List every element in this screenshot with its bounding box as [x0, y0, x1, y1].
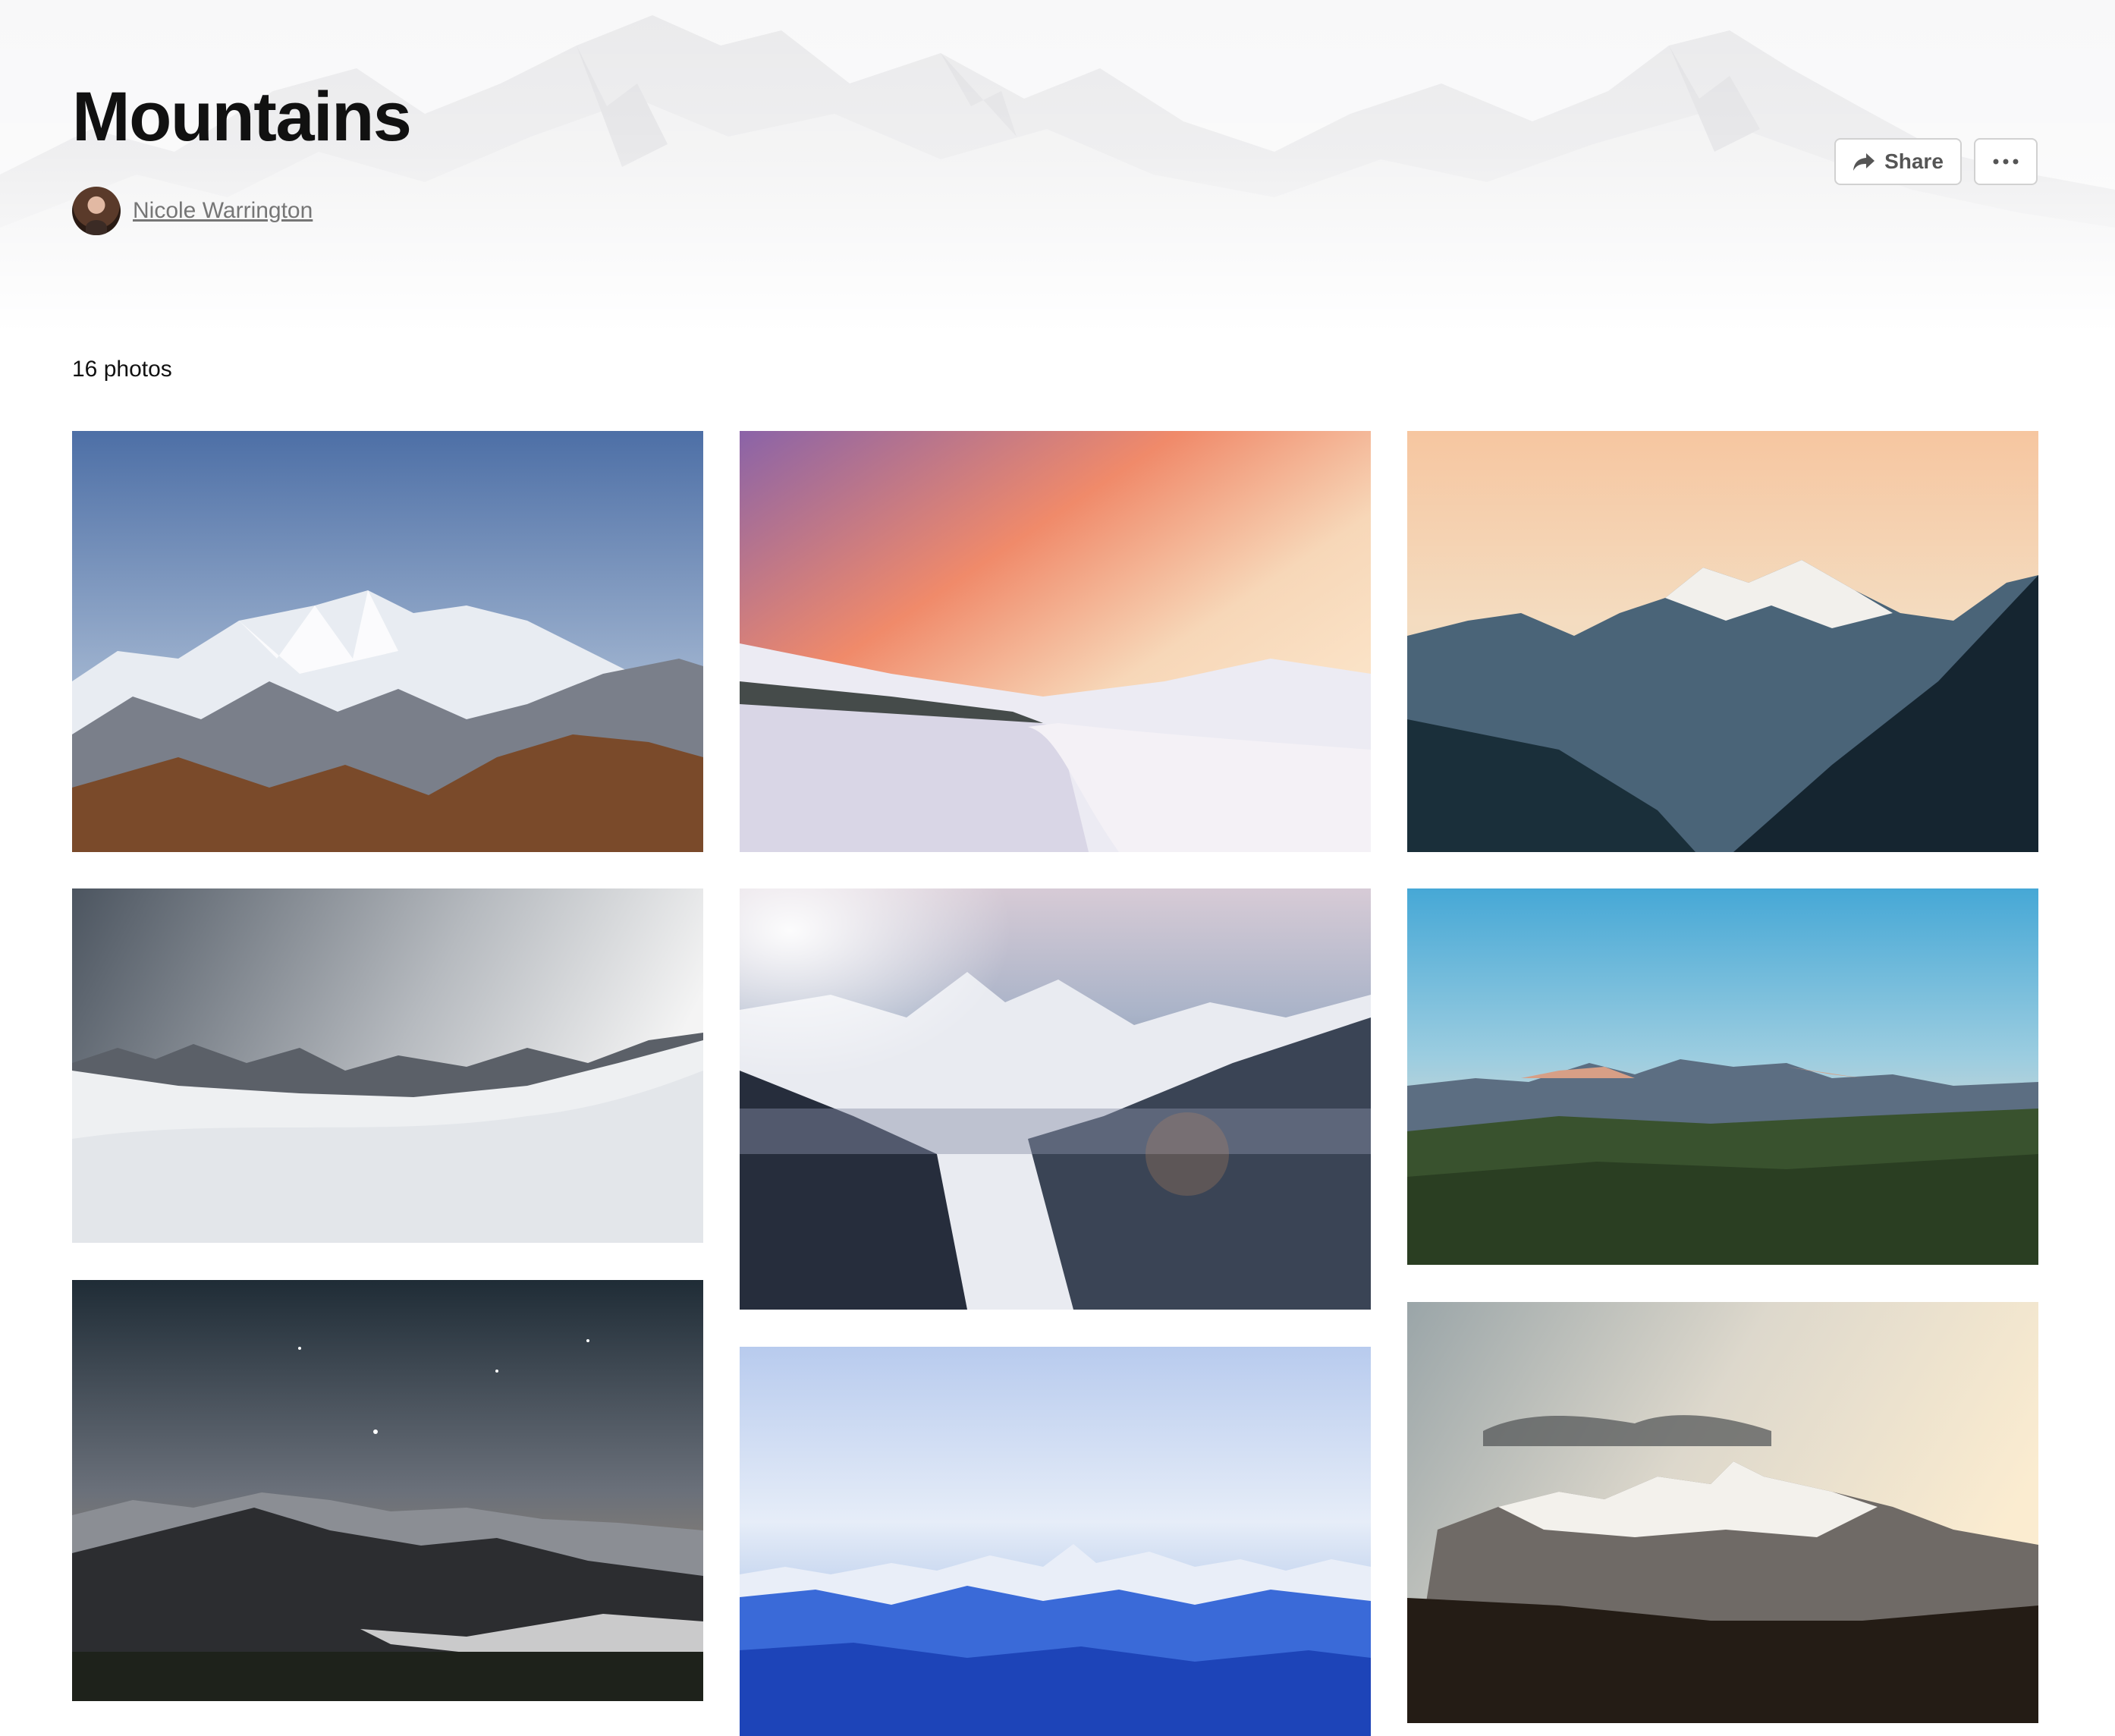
photo-image	[740, 1347, 1371, 1736]
more-options-button[interactable]	[1974, 138, 2038, 185]
photo-image	[1407, 888, 2038, 1265]
photo-tile[interactable]	[1407, 888, 2038, 1265]
header-fade-overlay	[0, 0, 2115, 334]
photo-tile[interactable]	[740, 1347, 1371, 1736]
photo-image	[1407, 1302, 2038, 1723]
photo-image	[740, 888, 1371, 1310]
photo-image	[740, 431, 1371, 852]
photo-tile[interactable]	[740, 888, 1371, 1310]
share-button[interactable]: Share	[1834, 138, 1962, 185]
page-title: Mountains	[72, 78, 412, 156]
photo-image	[72, 888, 703, 1243]
photo-count: 16 photos	[72, 357, 172, 382]
photo-tile[interactable]	[740, 431, 1371, 852]
avatar[interactable]	[72, 187, 121, 235]
photo-tile[interactable]	[72, 1280, 703, 1701]
author-info: Nicole Warrington	[72, 187, 313, 235]
more-icon	[1993, 159, 2019, 165]
collection-page: Mountains Nicole Warrington Share 16 pho…	[0, 0, 2115, 1736]
photo-tile[interactable]	[1407, 1302, 2038, 1723]
author-link[interactable]: Nicole Warrington	[133, 198, 313, 224]
photo-tile[interactable]	[72, 431, 703, 852]
collection-header	[0, 0, 2115, 334]
photo-image	[1407, 431, 2038, 852]
photo-image	[72, 1280, 703, 1701]
share-icon	[1853, 153, 1875, 171]
share-button-label: Share	[1884, 149, 1944, 173]
photo-tile[interactable]	[1407, 431, 2038, 852]
photo-image	[72, 431, 703, 852]
header-actions: Share	[1834, 138, 2038, 185]
photo-tile[interactable]	[72, 888, 703, 1243]
